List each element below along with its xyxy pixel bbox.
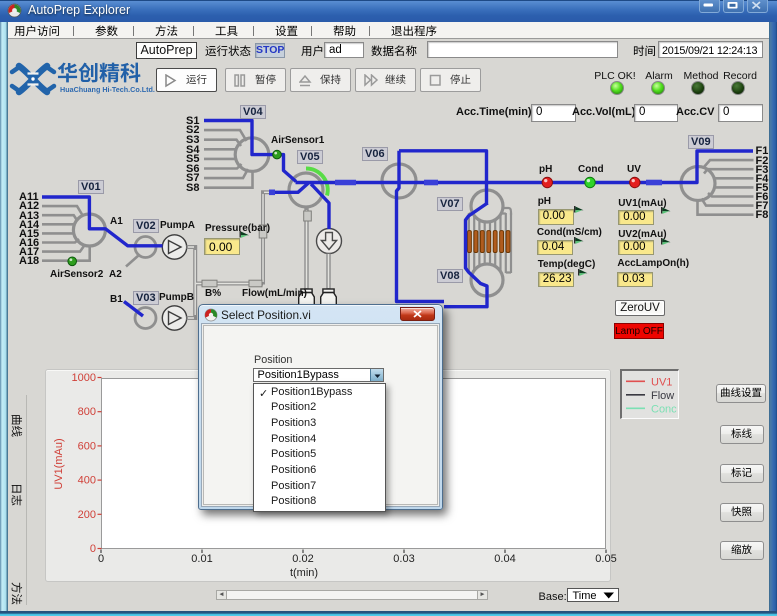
svg-text:400: 400 xyxy=(78,475,96,487)
svg-text:0: 0 xyxy=(90,543,96,555)
svg-text:Flow: Flow xyxy=(651,390,674,402)
svg-text:0.03: 0.03 xyxy=(393,553,414,565)
svg-text:0: 0 xyxy=(98,553,104,565)
svg-text:0.05: 0.05 xyxy=(595,553,616,565)
svg-text:Conc: Conc xyxy=(651,403,677,415)
svg-text:0.04: 0.04 xyxy=(494,553,515,565)
svg-text:UV1(mAu): UV1(mAu) xyxy=(53,438,65,489)
svg-text:UV1: UV1 xyxy=(651,376,672,388)
svg-text:800: 800 xyxy=(78,406,96,418)
svg-text:600: 600 xyxy=(78,440,96,452)
svg-text:0.01: 0.01 xyxy=(191,553,212,565)
svg-text:1000: 1000 xyxy=(72,372,96,384)
svg-text:0.02: 0.02 xyxy=(292,553,313,565)
svg-text:t(min): t(min) xyxy=(290,567,318,579)
svg-text:200: 200 xyxy=(78,509,96,521)
